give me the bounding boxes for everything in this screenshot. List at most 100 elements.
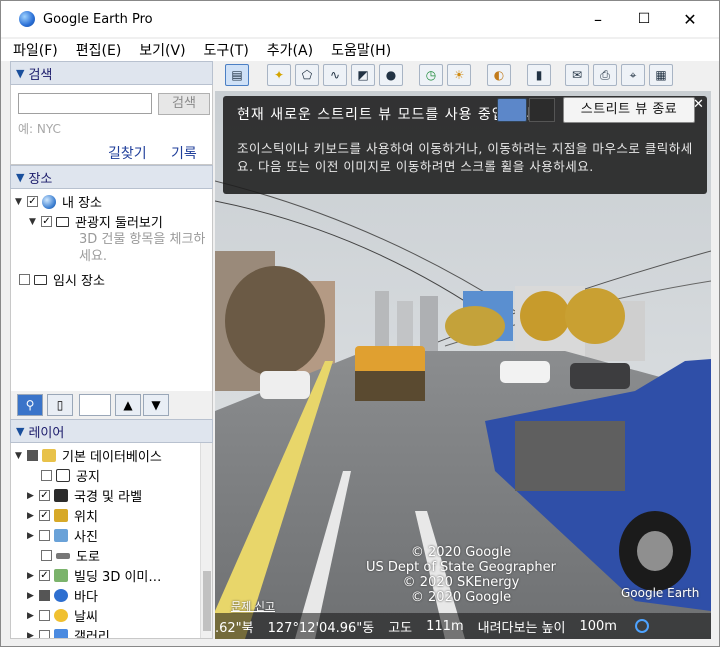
close-icon[interactable]: ✕ bbox=[693, 97, 704, 112]
save-image-icon[interactable]: ▦ bbox=[649, 64, 673, 86]
view-in-maps-icon[interactable]: ⌖ bbox=[621, 64, 645, 86]
checkbox[interactable]: ✓ bbox=[27, 196, 38, 207]
layer-borders-labels[interactable]: ▶ ✓ 국경 및 라벨 bbox=[27, 486, 142, 505]
expand-arrow-icon[interactable]: ▶ bbox=[27, 611, 36, 621]
layer-label: 국경 및 라벨 bbox=[74, 490, 143, 505]
scrollbar-thumb[interactable] bbox=[203, 571, 211, 631]
polygon-icon[interactable]: ⬠ bbox=[295, 64, 319, 86]
layer-3d-buildings[interactable]: ▶ ✓ 빌딩 3D 이미… bbox=[27, 566, 161, 585]
search-places-button[interactable]: ⚲ bbox=[17, 394, 43, 416]
checkbox[interactable] bbox=[41, 550, 52, 561]
checkbox[interactable]: ✓ bbox=[41, 216, 52, 227]
checkbox-partial[interactable] bbox=[27, 450, 38, 461]
expand-arrow-icon[interactable]: ▶ bbox=[27, 631, 36, 639]
layer-label: 기본 데이터베이스 bbox=[62, 450, 162, 465]
move-up-button[interactable]: ▲ bbox=[115, 394, 141, 416]
expand-arrow-icon[interactable]: ▶ bbox=[27, 531, 36, 541]
close-button[interactable]: ✕ bbox=[667, 1, 713, 37]
expand-arrow-icon[interactable]: ▶ bbox=[27, 491, 36, 501]
photo-icon bbox=[54, 529, 68, 542]
search-panel: 검색 예: NYC 길찾기 기록 bbox=[10, 85, 213, 165]
tree-item-hint: 3D 건물 항목을 체크하세요. bbox=[79, 232, 206, 264]
expand-arrow-icon[interactable]: ▶ bbox=[27, 571, 36, 581]
layer-label: 빌딩 3D 이미… bbox=[74, 570, 162, 585]
historical-imagery-icon[interactable]: ◷ bbox=[419, 64, 443, 86]
tree-item-sightseeing[interactable]: ▼ ✓ 관광지 둘러보기 bbox=[29, 212, 163, 231]
layer-roads[interactable]: 도로 bbox=[41, 546, 100, 565]
sidebar-toggle-icon[interactable]: ▤ bbox=[225, 64, 249, 86]
minimize-button[interactable]: – bbox=[575, 1, 621, 37]
layers-section-header[interactable]: ▼ 레이어 bbox=[10, 419, 213, 443]
tree-item-my-places[interactable]: ▼ ✓ 내 장소 bbox=[15, 192, 102, 211]
collapse-arrow-icon[interactable]: ▼ bbox=[15, 197, 24, 207]
places-panel: ▼ ✓ 내 장소 ▼ ✓ 관광지 둘러보기 3D 건물 항목을 체크하세요. 임… bbox=[10, 189, 213, 413]
checkbox[interactable] bbox=[39, 530, 50, 541]
checkbox[interactable]: ✓ bbox=[39, 510, 50, 521]
panel-toggle-button[interactable]: ▯ bbox=[47, 394, 73, 416]
checkbox[interactable] bbox=[39, 630, 50, 638]
planets-icon[interactable]: ◐ bbox=[487, 64, 511, 86]
tree-item-label: 임시 장소 bbox=[53, 274, 105, 289]
checkbox[interactable]: ✓ bbox=[39, 570, 50, 581]
layer-label: 사진 bbox=[74, 530, 98, 545]
ruler-icon[interactable]: ▮ bbox=[527, 64, 551, 86]
record-tour-icon[interactable]: ● bbox=[379, 64, 403, 86]
menu-tools[interactable]: 도구(T) bbox=[195, 40, 258, 60]
checkbox[interactable]: ✓ bbox=[39, 490, 50, 501]
search-input[interactable] bbox=[18, 93, 152, 114]
layer-label: 갤러리 bbox=[74, 630, 110, 639]
print-icon[interactable]: ⎙ bbox=[593, 64, 617, 86]
directions-link[interactable]: 길찾기 bbox=[108, 143, 147, 163]
tree-item-temporary-places[interactable]: 임시 장소 bbox=[19, 270, 105, 289]
menu-file[interactable]: 파일(F) bbox=[1, 40, 67, 60]
folder-icon bbox=[34, 274, 47, 285]
layer-notices[interactable]: 공지 bbox=[41, 466, 100, 485]
search-section-header[interactable]: ▼ 검색 bbox=[10, 61, 213, 85]
exit-street-view-button[interactable]: 스트리트 뷰 종료 bbox=[563, 97, 695, 123]
places-section-header[interactable]: ▼ 장소 bbox=[10, 165, 213, 189]
collapse-arrow-icon[interactable]: ▼ bbox=[29, 217, 38, 227]
layers-scrollbar[interactable] bbox=[200, 443, 212, 638]
layer-label: 도로 bbox=[76, 550, 100, 565]
pegman-icon[interactable] bbox=[497, 98, 527, 122]
placemark-icon[interactable]: ✦ bbox=[267, 64, 291, 86]
latitude-readout: .62"북 bbox=[215, 620, 254, 636]
checkbox-partial[interactable] bbox=[39, 590, 50, 601]
collapse-arrow-icon[interactable]: ▼ bbox=[15, 451, 24, 461]
app-window: Google Earth Pro – ☐ ✕ 파일(F) 편집(E) 보기(V)… bbox=[0, 0, 720, 647]
opacity-field[interactable] bbox=[79, 394, 111, 416]
layer-primary-database[interactable]: ▼ 기본 데이터베이스 bbox=[15, 446, 162, 465]
layer-ocean[interactable]: ▶ 바다 bbox=[27, 586, 98, 605]
layer-weather[interactable]: ▶ 날씨 bbox=[27, 606, 98, 625]
building-icon bbox=[54, 569, 68, 582]
sunlight-icon[interactable]: ☀ bbox=[447, 64, 471, 86]
elevation-label: 고도 bbox=[388, 620, 413, 636]
maximize-button[interactable]: ☐ bbox=[621, 1, 667, 37]
checkbox[interactable] bbox=[19, 274, 30, 285]
expand-arrow-icon[interactable]: ▶ bbox=[27, 511, 36, 521]
search-button[interactable]: 검색 bbox=[158, 93, 210, 115]
checkbox[interactable] bbox=[41, 470, 52, 481]
menu-view[interactable]: 보기(V) bbox=[130, 40, 194, 60]
history-link[interactable]: 기록 bbox=[171, 143, 197, 163]
layer-gallery[interactable]: ▶ 갤러리 bbox=[27, 626, 110, 639]
longitude-readout: 127°12'04.96"동 bbox=[267, 620, 375, 636]
checkbox[interactable] bbox=[39, 610, 50, 621]
layer-photos[interactable]: ▶ 사진 bbox=[27, 526, 98, 545]
menu-add[interactable]: 추가(A) bbox=[258, 40, 322, 60]
3d-cube-icon[interactable] bbox=[529, 98, 555, 122]
move-down-button[interactable]: ▼ bbox=[143, 394, 169, 416]
status-bar: .62"북 127°12'04.96"동 고도 111m 내려다보는 높이 10… bbox=[215, 613, 711, 639]
email-icon[interactable]: ✉ bbox=[565, 64, 589, 86]
path-icon[interactable]: ∿ bbox=[323, 64, 347, 86]
expand-arrow-icon[interactable]: ▶ bbox=[27, 591, 36, 601]
envelope-icon bbox=[56, 469, 70, 482]
street-view-description: 조이스틱이나 키보드를 사용하여 이동하거나, 이동하려는 지점을 마우스로 클… bbox=[237, 141, 693, 174]
search-hint: 예: NYC bbox=[18, 122, 61, 136]
image-overlay-icon[interactable]: ◩ bbox=[351, 64, 375, 86]
layer-places[interactable]: ▶ ✓ 위치 bbox=[27, 506, 98, 525]
report-problem-link[interactable]: 문제 신고 bbox=[231, 598, 275, 614]
google-earth-logo: Google Earth bbox=[621, 586, 700, 600]
menu-help[interactable]: 도움말(H) bbox=[322, 40, 400, 60]
menu-edit[interactable]: 편집(E) bbox=[67, 40, 131, 60]
